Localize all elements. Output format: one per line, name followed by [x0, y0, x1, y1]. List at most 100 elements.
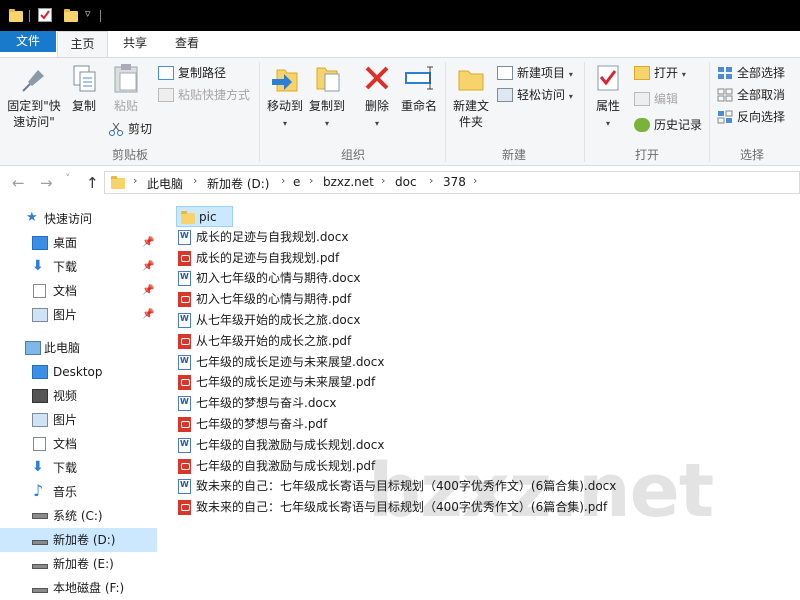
address-row: ← → ˅ ↑ › 此电脑 › 新加卷 (D:) › e › bzxz.net … [0, 166, 800, 199]
breadcrumb-this-pc[interactable]: 此电脑 [147, 175, 183, 192]
nav-pc-documents[interactable]: 文档 [0, 432, 157, 456]
nav-desktop-label: 桌面 [53, 236, 78, 250]
copy-to-label: 复制到 [308, 99, 345, 113]
chevron-right-icon[interactable]: › [133, 174, 137, 187]
new-item-icon [497, 66, 513, 80]
pin-icon[interactable]: 📌 [142, 255, 154, 279]
scissors-icon [108, 122, 124, 136]
pin-quick-access-button[interactable]: 固定到"快速访问" [4, 62, 64, 130]
download-arrow-icon: ⬇ [32, 459, 44, 475]
properties-icon [592, 62, 624, 94]
pin-icon [18, 62, 50, 94]
customize-dropdown-icon[interactable]: ▿ [85, 7, 91, 20]
select-none-button[interactable]: 全部取消 [717, 85, 785, 105]
edit-label: 编辑 [654, 92, 679, 106]
breadcrumb-378[interactable]: 378 [443, 175, 466, 189]
copy-to-icon [311, 62, 343, 94]
chevron-right-icon[interactable]: › [309, 174, 313, 187]
chevron-right-icon[interactable]: › [473, 174, 477, 187]
move-to-icon [269, 62, 301, 94]
address-bar[interactable]: › 此电脑 › 新加卷 (D:) › e › bzxz.net › doc › … [104, 171, 800, 194]
nav-drive-d[interactable]: 新加卷 (D:) [0, 528, 157, 552]
back-button[interactable]: ← [12, 174, 25, 192]
chevron-right-icon[interactable]: › [193, 174, 197, 187]
properties-button[interactable]: 属性 ▾ [588, 62, 628, 132]
nav-pc-downloads-label: 下载 [53, 461, 78, 475]
new-item-button[interactable]: 新建项目 ▾ [497, 63, 573, 83]
nav-drive-c[interactable]: 系统 (C:) [0, 504, 157, 528]
properties-check-icon[interactable] [38, 8, 52, 22]
rename-button[interactable]: 重命名 [397, 62, 441, 114]
breadcrumb-drive-d[interactable]: 新加卷 (D:) [207, 175, 269, 192]
nav-this-pc[interactable]: 此电脑 [0, 336, 157, 360]
word-doc-icon [178, 396, 191, 412]
paste-shortcut-icon [158, 88, 174, 102]
nav-pc-downloads[interactable]: ⬇ 下载 [0, 456, 157, 480]
folder-item[interactable]: pic [176, 206, 233, 227]
delete-button[interactable]: 删除 ▾ [360, 62, 394, 132]
nav-music[interactable]: ♪ 音乐 [0, 480, 157, 504]
new-folder-button[interactable]: 新建文件夹 [449, 62, 493, 130]
copy-button[interactable]: 复制 [66, 62, 102, 114]
edit-button[interactable]: 编辑 [634, 89, 678, 109]
nav-documents[interactable]: 文档 📌 [0, 279, 157, 303]
nav-pc-desktop-label: Desktop [53, 365, 103, 379]
recent-locations-button[interactable]: ˅ [65, 172, 71, 185]
nav-pc-desktop[interactable]: Desktop [0, 360, 157, 384]
group-separator [259, 62, 260, 162]
select-all-label: 全部选择 [737, 66, 786, 80]
pdf-file-icon [178, 250, 191, 266]
tab-file[interactable]: 文件 [0, 31, 56, 52]
tab-view[interactable]: 查看 [162, 31, 212, 57]
music-note-icon: ♪ [33, 481, 44, 500]
drive-icon [32, 588, 48, 593]
file-name: 七年级的成长足迹与未来展望.docx [196, 354, 385, 369]
invert-selection-button[interactable]: 反向选择 [717, 107, 785, 127]
picture-icon [32, 413, 48, 427]
tab-share[interactable]: 共享 [110, 31, 160, 57]
delete-caret-icon: ▾ [374, 119, 379, 128]
pin-icon[interactable]: 📌 [142, 303, 154, 327]
cut-button[interactable]: 剪切 [108, 119, 152, 139]
history-button[interactable]: 历史记录 [634, 115, 702, 135]
ribbon: 固定到"快速访问" 复制 粘贴 复制路径 粘贴快捷方式 剪切 剪贴板 移动到 ▾ [0, 57, 800, 166]
select-all-button[interactable]: 全部选择 [717, 63, 785, 83]
nav-pictures[interactable]: 图片 📌 [0, 303, 157, 327]
nav-documents-label: 文档 [53, 284, 78, 298]
pin-icon[interactable]: 📌 [142, 231, 154, 255]
pin-icon[interactable]: 📌 [142, 279, 154, 303]
breadcrumb-doc[interactable]: doc [395, 175, 417, 189]
nav-drive-f[interactable]: 本地磁盘 (F:) [0, 576, 157, 600]
chevron-right-icon[interactable]: › [281, 174, 285, 187]
new-folder-icon[interactable] [64, 9, 78, 22]
nav-quick-access[interactable]: ★ 快速访问 [0, 207, 157, 231]
nav-drive-e[interactable]: 新加卷 (E:) [0, 552, 157, 576]
pdf-file-icon [178, 375, 191, 391]
paste-button[interactable]: 粘贴 [106, 62, 146, 114]
nav-downloads[interactable]: ⬇ 下载 📌 [0, 255, 157, 279]
nav-pc-pictures[interactable]: 图片 [0, 408, 157, 432]
tab-home[interactable]: 主页 [57, 31, 108, 57]
file-name: 致未来的自己：七年级成长寄语与目标规划（400字优秀作文）(6篇合集).docx [196, 479, 617, 494]
open-button[interactable]: 打开 ▾ [634, 63, 686, 83]
up-button[interactable]: ↑ [86, 174, 99, 192]
nav-videos[interactable]: 视频 [0, 384, 157, 408]
forward-button[interactable]: → [40, 174, 53, 192]
chevron-right-icon[interactable]: › [381, 174, 385, 187]
copy-to-button[interactable]: 复制到 ▾ [307, 62, 347, 132]
easy-access-button[interactable]: 轻松访问 ▾ [497, 85, 573, 105]
chevron-right-icon[interactable]: › [429, 174, 433, 187]
copy-path-button[interactable]: 复制路径 [158, 63, 226, 83]
move-to-button[interactable]: 移动到 ▾ [263, 62, 307, 132]
word-doc-icon [178, 479, 191, 495]
select-none-icon [717, 88, 733, 102]
folder-icon [111, 176, 125, 189]
paste-shortcut-button[interactable]: 粘贴快捷方式 [158, 85, 250, 105]
nav-desktop[interactable]: 桌面 📌 [0, 231, 157, 255]
nav-this-pc-label: 此电脑 [44, 341, 81, 355]
select-all-icon [717, 66, 733, 80]
breadcrumb-bzxz[interactable]: bzxz.net [323, 175, 374, 189]
file-name: 七年级的自我激励与成长规划.pdf [196, 458, 376, 473]
toolbar-separator [29, 10, 30, 22]
breadcrumb-e[interactable]: e [293, 175, 300, 189]
